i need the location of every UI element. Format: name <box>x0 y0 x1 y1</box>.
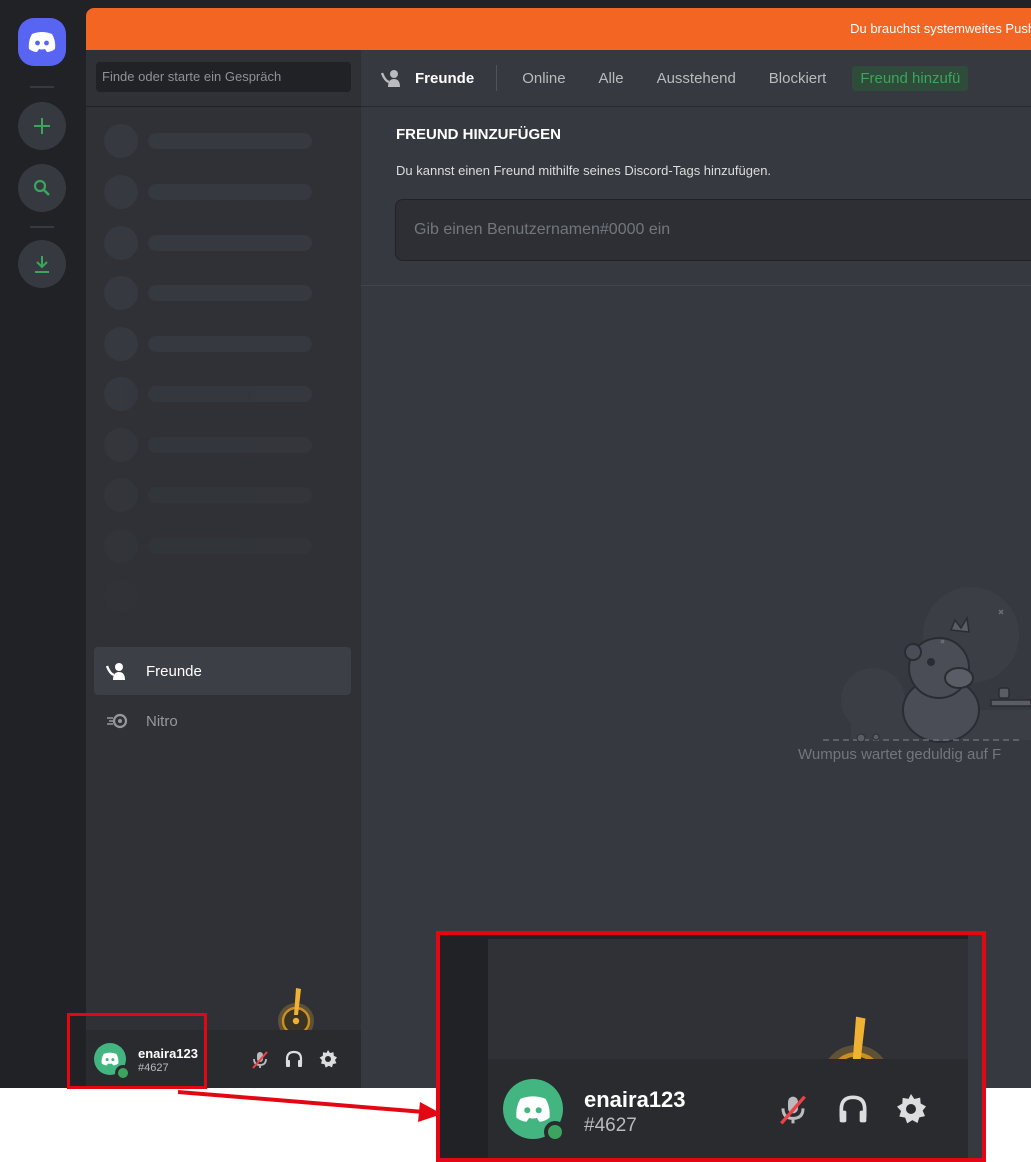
tab-blocked[interactable]: Blockiert <box>769 70 827 87</box>
placeholder-row <box>104 175 334 209</box>
server-rail <box>0 0 86 1088</box>
add-friend-description: Du kannst einen Freund mithilfe seines D… <box>396 163 772 178</box>
gear-icon[interactable] <box>319 1050 337 1068</box>
dm-sidebar: Finde oder starte ein Gespräch Freunde N… <box>86 50 361 1088</box>
placeholder-row <box>104 327 334 361</box>
rail-divider <box>30 226 54 228</box>
placeholder-avatar <box>104 124 138 158</box>
download-icon <box>35 256 49 273</box>
placeholder-bar <box>148 437 312 453</box>
friends-wave-icon <box>106 662 146 680</box>
placeholder-row <box>104 124 334 158</box>
placeholder-bar <box>148 184 312 200</box>
placeholder-row <box>104 529 334 563</box>
friends-tab-bar: Freunde Online Alle Ausstehend Blockiert… <box>361 50 1031 107</box>
callout-arrow-icon <box>177 1090 442 1122</box>
nitro-icon <box>106 713 146 729</box>
placeholder-bar <box>148 285 312 301</box>
placeholder-row <box>104 428 334 462</box>
explore-servers-button[interactable] <box>18 164 66 212</box>
section-divider <box>361 285 1031 286</box>
zoom-sidebar: enaira123 #4627 <box>488 939 968 1158</box>
microphone-muted-icon[interactable] <box>778 1093 808 1127</box>
plus-icon <box>34 118 50 134</box>
headphones-icon[interactable] <box>838 1094 868 1124</box>
add-friend-title: FREUND HINZUFÜGEN <box>396 126 561 143</box>
headphones-icon[interactable] <box>285 1050 303 1068</box>
placeholder-bar <box>148 487 312 503</box>
notification-banner: Du brauchst systemweites Push-t <box>86 8 1031 50</box>
placeholder-avatar <box>104 478 138 512</box>
wumpus-illustration <box>823 587 1031 743</box>
nav-item-friends[interactable]: Freunde <box>94 647 351 695</box>
banner-text: Du brauchst systemweites Push-t <box>850 21 1031 36</box>
placeholder-row <box>104 276 334 310</box>
placeholder-avatar <box>104 529 138 563</box>
placeholder-row <box>104 377 334 411</box>
tab-online[interactable]: Online <box>522 70 565 87</box>
placeholder-bar <box>148 538 312 554</box>
tab-pending[interactable]: Ausstehend <box>657 70 736 87</box>
placeholder-row <box>104 478 334 512</box>
rail-divider <box>30 86 54 88</box>
add-friend-button[interactable]: Freund hinzufü <box>852 65 969 91</box>
placeholder-bar <box>148 235 312 251</box>
tab-all[interactable]: Alle <box>599 70 624 87</box>
sidebar-divider <box>86 106 361 107</box>
search-input[interactable]: Finde oder starte ein Gespräch <box>96 62 351 92</box>
search-icon <box>33 179 50 196</box>
placeholder-avatar <box>104 428 138 462</box>
zoom-user-panel: enaira123 #4627 <box>488 1059 968 1158</box>
placeholder-bar <box>148 386 312 402</box>
add-server-button[interactable] <box>18 102 66 150</box>
placeholder-row <box>104 226 334 260</box>
zoom-inset: enaira123 #4627 <box>436 931 986 1162</box>
nav-friends-label: Freunde <box>146 662 202 680</box>
home-button[interactable] <box>18 18 66 66</box>
gear-icon[interactable] <box>896 1094 926 1124</box>
discord-logo-icon <box>516 1096 550 1122</box>
username: enaira123 <box>584 1087 686 1112</box>
placeholder-avatar <box>104 377 138 411</box>
tab-friends[interactable]: Freunde <box>381 69 474 87</box>
nav-item-nitro[interactable]: Nitro <box>94 697 351 745</box>
microphone-muted-icon[interactable] <box>251 1050 269 1070</box>
tab-divider <box>496 65 498 91</box>
placeholder-avatar <box>104 175 138 209</box>
placeholder-avatar <box>104 226 138 260</box>
placeholder-avatar <box>104 327 138 361</box>
online-status-dot <box>544 1121 566 1143</box>
empty-state-text: Wumpus wartet geduldig auf F <box>798 746 1002 763</box>
placeholder-bar <box>148 133 312 149</box>
username-input[interactable]: Gib einen Benutzernamen#0000 ein <box>395 199 1031 261</box>
placeholder-row <box>104 579 334 613</box>
nav-nitro-label: Nitro <box>146 712 178 730</box>
user-tag: #4627 <box>584 1115 637 1136</box>
zoom-main-edge <box>968 935 982 1158</box>
placeholder-bar <box>148 336 312 352</box>
download-apps-button[interactable] <box>18 240 66 288</box>
discord-logo-icon <box>28 32 56 52</box>
placeholder-avatar <box>104 579 138 613</box>
friends-wave-icon <box>381 70 400 87</box>
tab-friends-label: Freunde <box>415 69 475 87</box>
placeholder-avatar <box>104 276 138 310</box>
discord-window: Du brauchst systemweites Push-t Finde od… <box>0 0 1031 1088</box>
